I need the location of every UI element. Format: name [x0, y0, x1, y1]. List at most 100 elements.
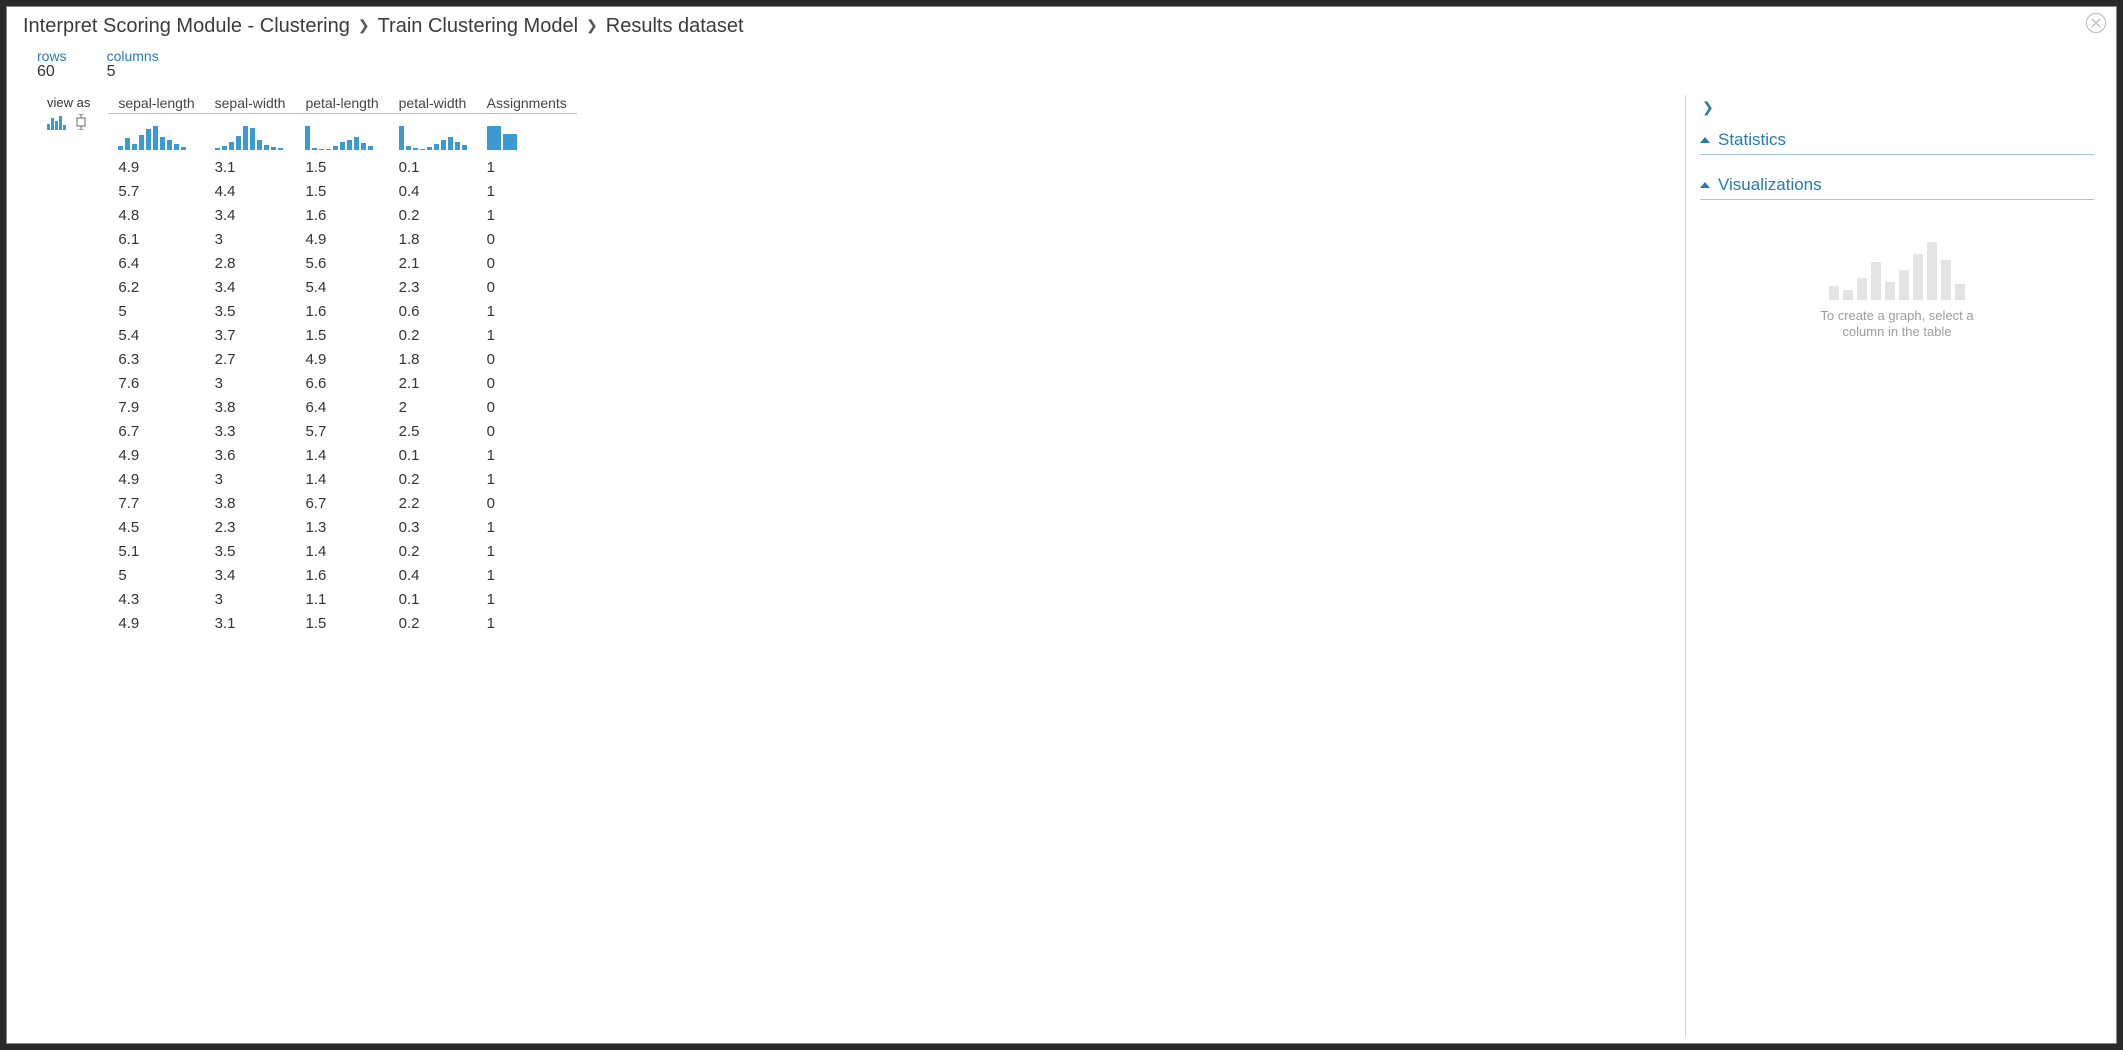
cell[interactable]: 2.8 — [205, 252, 296, 276]
column-histogram[interactable] — [477, 114, 577, 156]
cell[interactable]: 1.8 — [389, 348, 477, 372]
cell[interactable]: 6.7 — [295, 492, 388, 516]
cell[interactable]: 5.6 — [295, 252, 388, 276]
cell[interactable]: 2.1 — [389, 372, 477, 396]
cell[interactable]: 1 — [477, 180, 577, 204]
cell[interactable]: 4.9 — [108, 468, 204, 492]
visualizations-section-header[interactable]: Visualizations — [1700, 169, 2094, 200]
cell[interactable]: 1.4 — [295, 540, 388, 564]
cell[interactable]: 1.6 — [295, 204, 388, 228]
cell[interactable]: 1 — [477, 468, 577, 492]
cell[interactable]: 1.5 — [295, 324, 388, 348]
cell[interactable]: 1 — [477, 324, 577, 348]
cell[interactable]: 3.4 — [205, 204, 296, 228]
cell[interactable]: 1 — [477, 204, 577, 228]
cell[interactable]: 0 — [477, 420, 577, 444]
table-scroll[interactable]: view as — [7, 89, 1685, 1043]
cell[interactable]: 3 — [205, 468, 296, 492]
cell[interactable]: 0 — [477, 348, 577, 372]
cell[interactable]: 1.4 — [295, 468, 388, 492]
cell[interactable]: 1 — [477, 516, 577, 540]
cell[interactable]: 5.1 — [108, 540, 204, 564]
table-row[interactable]: 53.41.60.41 — [37, 564, 577, 588]
statistics-section-header[interactable]: Statistics — [1700, 124, 2094, 155]
cell[interactable]: 0 — [477, 492, 577, 516]
table-row[interactable]: 5.74.41.50.41 — [37, 180, 577, 204]
cell[interactable]: 1.1 — [295, 588, 388, 612]
column-histogram[interactable] — [389, 114, 477, 156]
cell[interactable]: 6.7 — [108, 420, 204, 444]
cell[interactable]: 0 — [477, 252, 577, 276]
cell[interactable]: 1 — [477, 156, 577, 180]
cell[interactable]: 3.8 — [205, 396, 296, 420]
cell[interactable]: 1.6 — [295, 564, 388, 588]
table-row[interactable]: 4.83.41.60.21 — [37, 204, 577, 228]
cell[interactable]: 6.6 — [295, 372, 388, 396]
cell[interactable]: 1 — [477, 564, 577, 588]
cell[interactable]: 3.1 — [205, 156, 296, 180]
cell[interactable]: 5.4 — [108, 324, 204, 348]
cell[interactable]: 0 — [477, 276, 577, 300]
table-row[interactable]: 4.931.40.21 — [37, 468, 577, 492]
cell[interactable]: 4.3 — [108, 588, 204, 612]
cell[interactable]: 5 — [108, 564, 204, 588]
cell[interactable]: 3.6 — [205, 444, 296, 468]
table-row[interactable]: 7.73.86.72.20 — [37, 492, 577, 516]
cell[interactable]: 4.4 — [205, 180, 296, 204]
cell[interactable]: 0 — [477, 372, 577, 396]
viewas-histogram-icon[interactable] — [47, 116, 69, 130]
cell[interactable]: 1.5 — [295, 180, 388, 204]
cell[interactable]: 6.2 — [108, 276, 204, 300]
breadcrumb-level2[interactable]: Train Clustering Model — [378, 15, 578, 38]
cell[interactable]: 0.3 — [389, 516, 477, 540]
column-histogram[interactable] — [295, 114, 388, 156]
table-row[interactable]: 7.93.86.420 — [37, 396, 577, 420]
breadcrumb-level1[interactable]: Interpret Scoring Module - Clustering — [23, 15, 350, 38]
cell[interactable]: 2.3 — [389, 276, 477, 300]
table-row[interactable]: 4.52.31.30.31 — [37, 516, 577, 540]
cell[interactable]: 7.6 — [108, 372, 204, 396]
cell[interactable]: 3.1 — [205, 612, 296, 636]
cell[interactable]: 4.5 — [108, 516, 204, 540]
cell[interactable]: 0.1 — [389, 444, 477, 468]
cell[interactable]: 7.7 — [108, 492, 204, 516]
cell[interactable]: 2.3 — [205, 516, 296, 540]
cell[interactable]: 7.9 — [108, 396, 204, 420]
cell[interactable]: 3 — [205, 588, 296, 612]
cell[interactable]: 3.4 — [205, 564, 296, 588]
cell[interactable]: 6.4 — [108, 252, 204, 276]
cell[interactable]: 5.7 — [295, 420, 388, 444]
cell[interactable]: 3.8 — [205, 492, 296, 516]
table-row[interactable]: 6.134.91.80 — [37, 228, 577, 252]
cell[interactable]: 6.4 — [295, 396, 388, 420]
cell[interactable]: 1 — [477, 300, 577, 324]
cell[interactable]: 4.9 — [108, 156, 204, 180]
cell[interactable]: 3 — [205, 228, 296, 252]
cell[interactable]: 3 — [205, 372, 296, 396]
cell[interactable]: 2.7 — [205, 348, 296, 372]
cell[interactable]: 1 — [477, 612, 577, 636]
close-button[interactable] — [2086, 13, 2106, 33]
cell[interactable]: 0.2 — [389, 324, 477, 348]
table-row[interactable]: 6.42.85.62.10 — [37, 252, 577, 276]
cell[interactable]: 0.4 — [389, 180, 477, 204]
column-histogram[interactable] — [108, 114, 204, 156]
cell[interactable]: 5 — [108, 300, 204, 324]
collapse-pane-button[interactable]: ❯ — [1700, 97, 2094, 124]
viewas-boxplot-icon[interactable] — [75, 114, 87, 130]
cell[interactable]: 1.4 — [295, 444, 388, 468]
cell[interactable]: 3.7 — [205, 324, 296, 348]
cell[interactable]: 4.9 — [108, 444, 204, 468]
cell[interactable]: 4.9 — [108, 612, 204, 636]
cell[interactable]: 0.2 — [389, 468, 477, 492]
cell[interactable]: 1.3 — [295, 516, 388, 540]
cell[interactable]: 0 — [477, 396, 577, 420]
cell[interactable]: 4.8 — [108, 204, 204, 228]
table-row[interactable]: 6.73.35.72.50 — [37, 420, 577, 444]
cell[interactable]: 0.2 — [389, 612, 477, 636]
cell[interactable]: 1.8 — [389, 228, 477, 252]
cell[interactable]: 3.5 — [205, 540, 296, 564]
cell[interactable]: 4.9 — [295, 228, 388, 252]
column-header[interactable]: Assignments — [477, 89, 577, 114]
cell[interactable]: 2.1 — [389, 252, 477, 276]
